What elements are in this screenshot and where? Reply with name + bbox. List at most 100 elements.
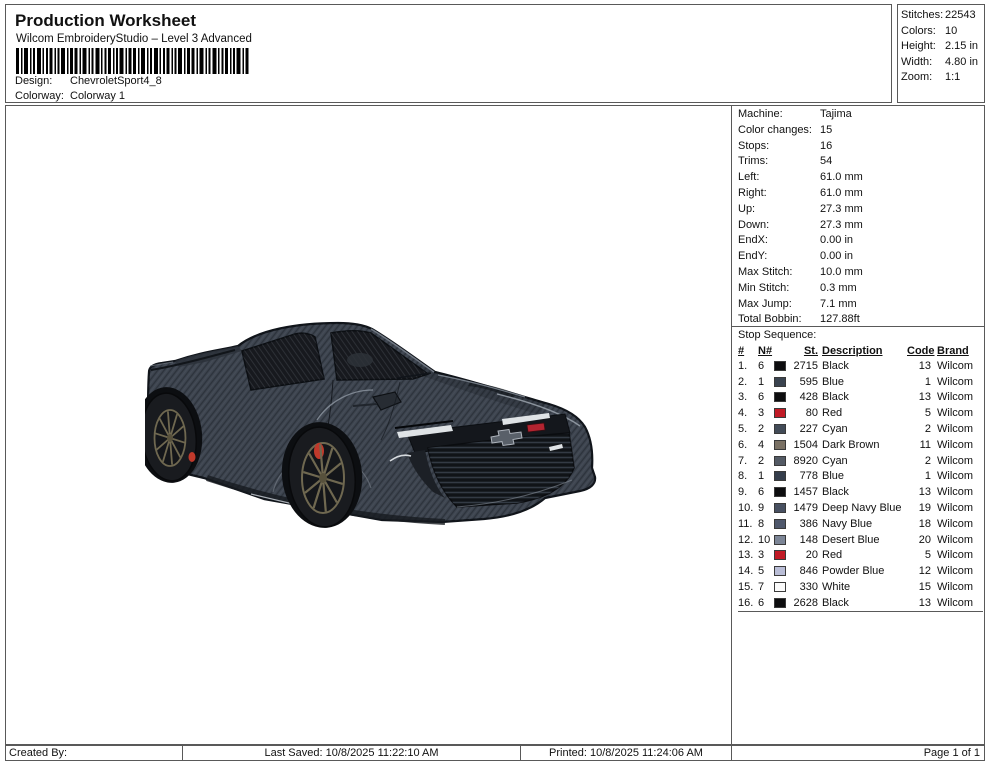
row-number: 16. — [738, 596, 754, 609]
thread-brand: Wilcom — [937, 454, 974, 467]
stitch-count: 148 — [799, 533, 818, 546]
summary-value: 1:1 — [945, 71, 961, 84]
summary-row: Width: 4.80 in — [901, 55, 984, 71]
machine-info-value: 0.00 in — [820, 250, 854, 263]
row-number: 8. — [738, 470, 748, 483]
summary-value: 4.80 in — [945, 55, 979, 68]
stop-sequence-row: 16. 6 2628 Black 13 Wilcom — [738, 595, 983, 611]
thread-color-swatch — [774, 376, 786, 387]
needle-number: 2 — [758, 423, 765, 436]
camaro-embroidery-artwork — [135, 321, 597, 528]
thread-brand: Wilcom — [937, 375, 974, 388]
needle-number: 6 — [758, 596, 765, 609]
col-code: Code — [907, 344, 935, 357]
machine-info-row: Down: 27.3 mm — [738, 218, 983, 234]
thread-description: Cyan — [822, 454, 848, 467]
thread-description: Desert Blue — [822, 533, 880, 546]
machine-info-label: Min Stitch: — [738, 281, 790, 294]
stop-sequence-row: 14. 5 846 Powder Blue 12 Wilcom — [738, 563, 983, 579]
thread-color-swatch — [774, 487, 786, 498]
stop-sequence-row: 12. 10 148 Desert Blue 20 Wilcom — [738, 532, 983, 548]
footer-printed: Printed: 10/8/2025 11:24:06 AM — [520, 745, 732, 761]
thread-brand: Wilcom — [937, 596, 974, 609]
stop-sequence-row: 8. 1 778 Blue 1 Wilcom — [738, 469, 983, 485]
thread-description: Blue — [822, 375, 845, 388]
machine-info-row: Max Stitch: 10.0 mm — [738, 265, 983, 281]
needle-number: 3 — [758, 407, 765, 420]
stop-sequence-row: 3. 6 428 Black 13 Wilcom — [738, 390, 983, 406]
thread-code: 5 — [924, 407, 931, 420]
thread-brand: Wilcom — [937, 438, 974, 451]
thread-brand: Wilcom — [937, 486, 974, 499]
stitch-count: 1504 — [793, 438, 818, 451]
thread-code: 1 — [924, 375, 931, 388]
needle-number: 5 — [758, 565, 765, 578]
stop-sequence-row: 15. 7 330 White 15 Wilcom — [738, 579, 983, 595]
thread-description: Black — [822, 486, 849, 499]
thread-description: Cyan — [822, 423, 848, 436]
thread-color-swatch — [774, 439, 786, 450]
needle-number: 3 — [758, 549, 765, 562]
stop-sequence-row: 9. 6 1457 Black 13 Wilcom — [738, 484, 983, 500]
machine-info-label: EndY: — [738, 250, 768, 263]
design-row: Design: ChevroletSport4_8 — [15, 75, 162, 87]
right-panel: Machine: Tajima Color changes: 15 Stops:… — [731, 106, 985, 744]
machine-info-value: 7.1 mm — [820, 297, 857, 310]
thread-brand: Wilcom — [937, 391, 974, 404]
production-worksheet-page: Production Worksheet Wilcom EmbroiderySt… — [0, 0, 990, 762]
needle-number: 4 — [758, 438, 765, 451]
thread-color-swatch — [774, 360, 786, 371]
needle-number: 2 — [758, 454, 765, 467]
stop-sequence-row: 11. 8 386 Navy Blue 18 Wilcom — [738, 516, 983, 532]
machine-info-value: 54 — [820, 155, 833, 168]
design-label: Design: — [15, 75, 53, 87]
stop-sequence-row: 1. 6 2715 Black 13 Wilcom — [738, 358, 983, 374]
machine-info-label: Right: — [738, 186, 767, 199]
thread-description: Navy Blue — [822, 517, 873, 530]
machine-info-label: Max Stitch: — [738, 265, 793, 278]
stitch-count: 2628 — [793, 596, 818, 609]
machine-info-label: Down: — [738, 218, 770, 231]
thread-brand: Wilcom — [937, 359, 974, 372]
needle-number: 7 — [758, 581, 765, 594]
summary-stats-box: Stitches: 22543 Colors: 10 Height: 2.15 … — [897, 4, 985, 103]
thread-description: Blue — [822, 470, 845, 483]
summary-label: Zoom: — [901, 71, 933, 84]
machine-info-label: Up: — [738, 202, 756, 215]
front-caliper — [314, 443, 324, 459]
machine-info-label: Trims: — [738, 155, 769, 168]
needle-number: 10 — [758, 533, 771, 546]
needle-number: 8 — [758, 517, 765, 530]
machine-info-row: Total Bobbin: 127.88ft — [738, 312, 983, 328]
thread-code: 20 — [918, 533, 931, 546]
thread-description: Powder Blue — [822, 565, 885, 578]
thread-code: 11 — [919, 438, 931, 451]
machine-info-label: Stops: — [738, 139, 770, 152]
col-st: St. — [803, 344, 818, 357]
summary-label: Height: — [901, 40, 936, 53]
row-number: 6. — [738, 438, 748, 451]
rear-caliper — [188, 452, 196, 462]
col-brand: Brand — [937, 344, 969, 357]
row-number: 1. — [738, 359, 748, 372]
col-num: # — [738, 344, 745, 357]
footer-last-saved: Last Saved: 10/8/2025 11:22:10 AM — [182, 745, 521, 761]
summary-row: Colors: 10 — [901, 24, 984, 40]
thread-code: 2 — [924, 423, 931, 436]
machine-info-label: Machine: — [738, 108, 783, 120]
summary-value: 22543 — [945, 9, 976, 21]
machine-info-label: Left: — [738, 171, 760, 184]
thread-color-swatch — [774, 518, 786, 529]
thread-code: 15 — [918, 581, 931, 594]
machine-info-label: Color changes: — [738, 123, 812, 136]
thread-color-swatch — [774, 471, 786, 482]
main-content-box: Machine: Tajima Color changes: 15 Stops:… — [5, 105, 985, 745]
stop-sequence-table: # N# St. Description Code Brand 1. 6 271… — [732, 343, 985, 612]
thread-color-swatch — [774, 503, 786, 514]
thread-code: 18 — [918, 517, 931, 530]
summary-label: Width: — [901, 55, 933, 68]
footer-created-by: Created By: — [5, 745, 183, 761]
machine-info-row: Left: 61.0 mm — [738, 170, 983, 186]
stop-sequence-row: 2. 1 595 Blue 1 Wilcom — [738, 374, 983, 390]
footer-page-number: Page 1 of 1 — [731, 745, 985, 761]
